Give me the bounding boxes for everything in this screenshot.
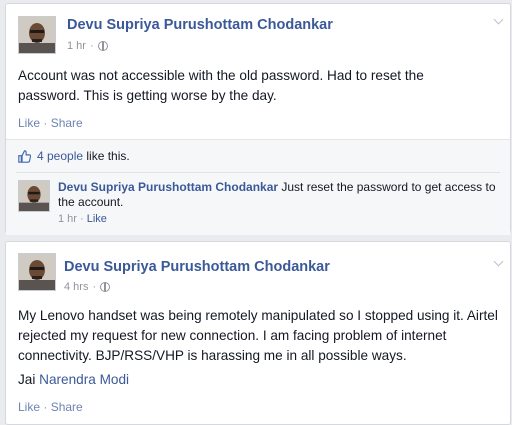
like-link[interactable]: Like [18, 400, 40, 414]
share-link[interactable]: Share [51, 116, 83, 130]
mention-link[interactable]: Narendra Modi [39, 372, 129, 387]
comment-author[interactable]: Devu Supriya Purushottam Chodankar [58, 180, 278, 194]
comment-meta: 1 hr · Like [58, 213, 107, 225]
post-timestamp[interactable]: 1 hr [67, 40, 86, 52]
globe-icon[interactable] [100, 282, 111, 292]
comment-timestamp[interactable]: 1 hr [58, 213, 77, 225]
divider [16, 172, 500, 173]
author-name[interactable]: Devu Supriya Purushottam Chodankar [64, 259, 330, 275]
author-avatar[interactable] [18, 253, 56, 291]
post-text: My Lenovo handset was being remotely man… [18, 308, 498, 363]
likes-count-link[interactable]: 4 people [37, 149, 83, 163]
likes-summary: 4 people like this. [18, 149, 130, 163]
post-meta: 4 hrs · [64, 281, 111, 293]
post-actions: Like · Share [18, 400, 83, 414]
chevron-down-icon[interactable] [493, 256, 504, 267]
author-avatar[interactable] [18, 16, 56, 54]
ufi-section: 4 people like this. Devu Supriya Purusho… [6, 139, 510, 235]
post-card: Devu Supriya Purushottam Chodankar 1 hr … [5, 3, 511, 235]
post-closing: Jai Narendra Modi [18, 372, 130, 387]
chevron-down-icon[interactable] [493, 14, 504, 25]
comment-like-link[interactable]: Like [87, 213, 107, 225]
comment-body: Devu Supriya Purushottam Chodankar Just … [58, 180, 498, 210]
post-actions: Like · Share [18, 116, 83, 130]
post-card: Devu Supriya Purushottam Chodankar 4 hrs… [5, 241, 511, 425]
globe-icon[interactable] [97, 41, 108, 51]
author-name[interactable]: Devu Supriya Purushottam Chodankar [67, 17, 333, 33]
share-link[interactable]: Share [51, 400, 83, 414]
like-link[interactable]: Like [18, 116, 40, 130]
post-meta: 1 hr · [67, 40, 108, 52]
comment-avatar[interactable] [18, 180, 50, 212]
post-text: Account was not accessible with the old … [18, 68, 424, 103]
thumbs-up-icon [18, 149, 31, 163]
post-timestamp[interactable]: 4 hrs [64, 281, 88, 293]
